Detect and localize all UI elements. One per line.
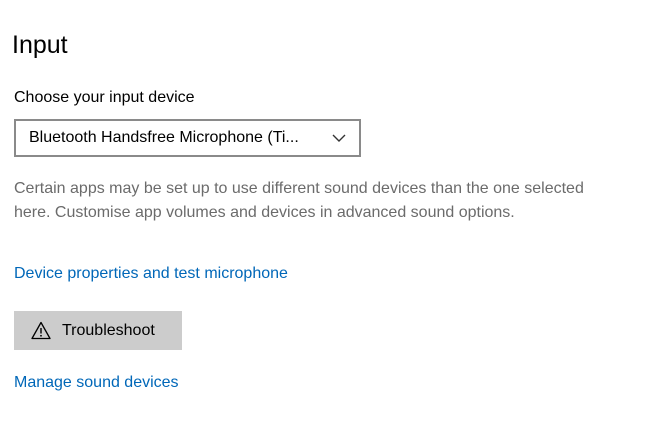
input-device-dropdown[interactable]: Bluetooth Handsfree Microphone (Ti... bbox=[14, 119, 361, 157]
input-device-selected-value: Bluetooth Handsfree Microphone (Ti... bbox=[29, 129, 299, 146]
section-title: Input bbox=[12, 31, 68, 59]
chevron-down-icon bbox=[332, 134, 346, 142]
troubleshoot-button[interactable]: Troubleshoot bbox=[14, 311, 182, 350]
manage-sound-devices-link[interactable]: Manage sound devices bbox=[14, 372, 179, 394]
warning-icon bbox=[31, 321, 51, 340]
help-text: Certain apps may be set up to use differ… bbox=[14, 180, 584, 221]
input-device-label: Choose your input device bbox=[14, 89, 195, 106]
troubleshoot-label: Troubleshoot bbox=[62, 322, 155, 339]
device-properties-link[interactable]: Device properties and test microphone bbox=[14, 263, 288, 285]
